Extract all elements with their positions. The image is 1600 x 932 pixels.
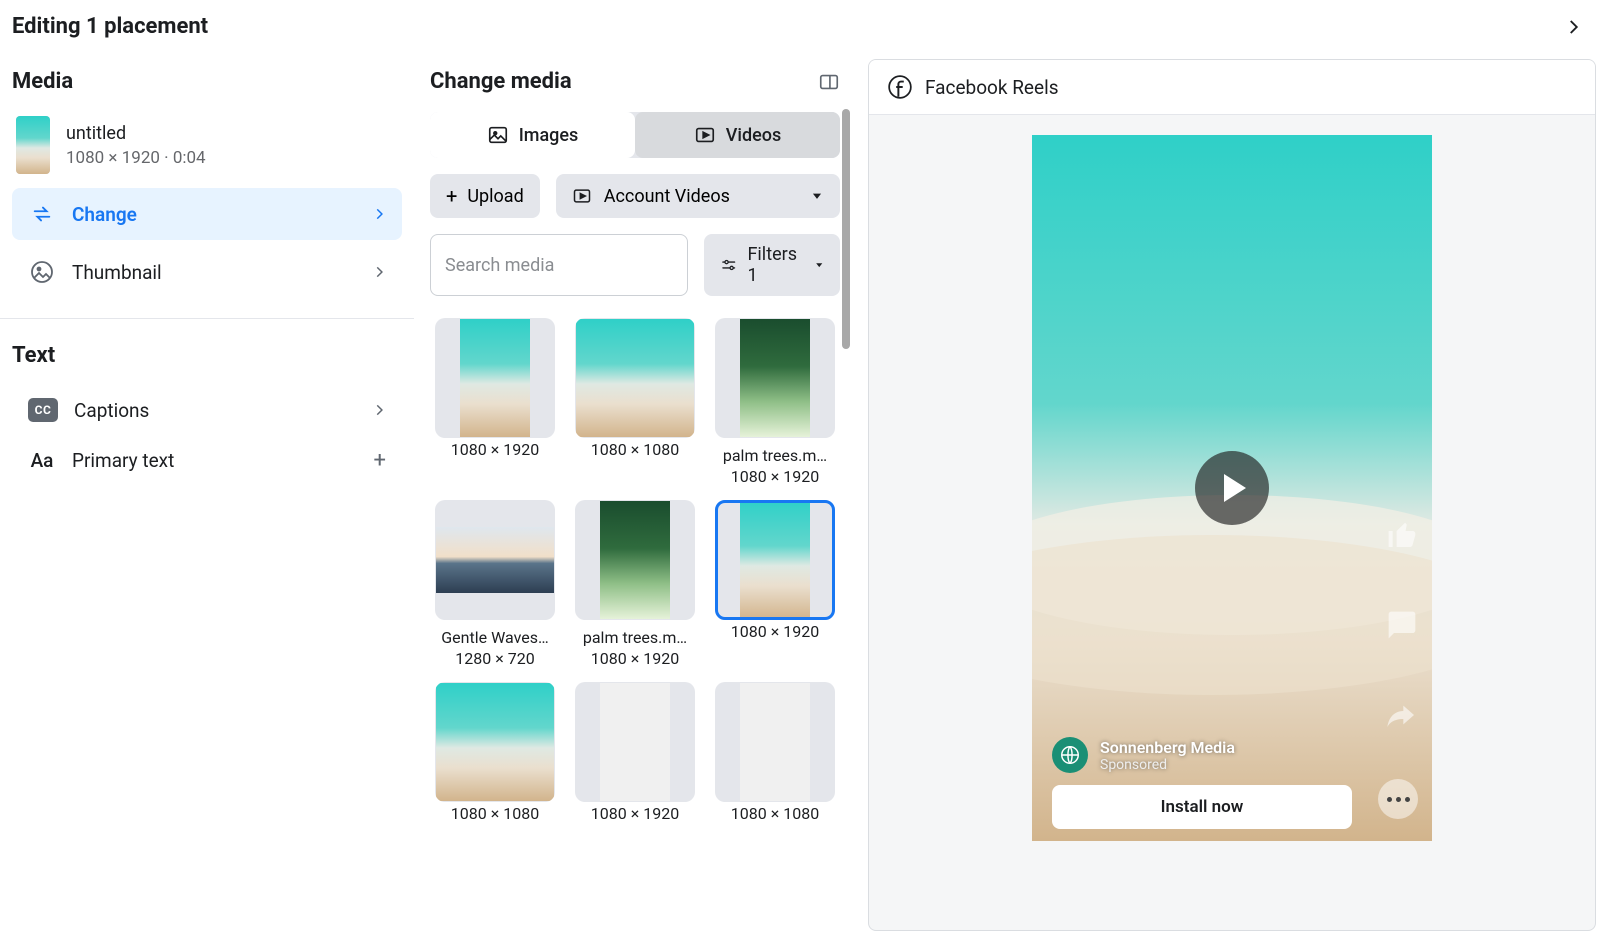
advertiser-row[interactable]: Sonnenberg Media Sponsored (1052, 737, 1412, 773)
comment-icon[interactable] (1386, 609, 1418, 641)
media-item[interactable]: 1080 × 1920 (710, 500, 840, 668)
media-item-dimensions: 1080 × 1920 (451, 440, 539, 459)
captions-label: Captions (74, 399, 356, 422)
captions-button[interactable]: CC Captions (12, 386, 402, 434)
search-input[interactable] (430, 234, 688, 296)
play-button[interactable] (1195, 451, 1269, 525)
play-icon (1224, 474, 1246, 502)
media-thumbnail (16, 116, 50, 174)
change-button[interactable]: Change (12, 188, 402, 240)
upload-label: Upload (467, 186, 523, 207)
panel-toggle-icon[interactable] (818, 71, 840, 93)
media-item-dimensions: 1280 × 720 (455, 649, 534, 668)
change-media-panel: Change media Images Videos + Upload Acco… (412, 49, 852, 931)
media-thumbnail (575, 500, 695, 620)
change-media-title: Change media (430, 69, 572, 94)
media-item-dimensions: 1080 × 1920 (591, 649, 679, 668)
chevron-right-icon (372, 403, 386, 417)
media-type-tabs: Images Videos (430, 112, 840, 158)
tab-videos-label: Videos (726, 125, 781, 146)
cta-button[interactable]: Install now (1052, 785, 1352, 829)
caret-down-icon (810, 189, 824, 203)
advertiser-avatar (1052, 737, 1088, 773)
share-icon[interactable] (1386, 699, 1418, 731)
sliders-icon (720, 255, 737, 275)
filters-label: Filters 1 (747, 244, 803, 286)
image-circle-icon (28, 258, 56, 286)
media-item-dimensions: 1080 × 1920 (731, 622, 819, 641)
media-grid: 1080 × 1920 1080 × 1080 palm trees.m… 1080 … (430, 318, 840, 823)
account-videos-label: Account Videos (604, 186, 730, 207)
media-name: untitled (66, 123, 206, 144)
tab-videos[interactable]: Videos (635, 112, 840, 158)
chevron-right-icon[interactable] (1564, 18, 1582, 36)
cc-icon: CC (28, 398, 58, 422)
reel-side-actions (1386, 519, 1418, 731)
facebook-icon (887, 74, 913, 100)
media-item-dimensions: 1080 × 1920 (591, 804, 679, 823)
media-item[interactable]: palm trees.m… 1080 × 1920 (710, 318, 840, 486)
tab-images-label: Images (519, 125, 579, 146)
media-item-dimensions: 1080 × 1920 (731, 467, 819, 486)
page-title: Editing 1 placement (12, 14, 208, 39)
media-thumbnail (435, 500, 555, 620)
media-item-title: palm trees.m… (723, 446, 827, 465)
sponsored-label: Sponsored (1100, 757, 1235, 773)
image-icon (487, 124, 509, 146)
scrollbar[interactable] (842, 109, 850, 349)
media-item-title: palm trees.m… (583, 628, 687, 647)
media-item-title: Gentle Waves… (441, 628, 548, 647)
video-icon (572, 186, 592, 206)
media-item[interactable]: palm trees.m… 1080 × 1920 (570, 500, 700, 668)
video-icon (694, 124, 716, 146)
media-thumbnail (575, 318, 695, 438)
media-thumbnail (715, 500, 835, 620)
media-thumbnail (715, 682, 835, 802)
preview-placement-label: Facebook Reels (925, 76, 1059, 99)
media-section-title: Media (12, 69, 402, 94)
media-item[interactable]: Gentle Waves… 1280 × 720 (430, 500, 560, 668)
like-icon[interactable] (1386, 519, 1418, 551)
media-item[interactable]: 1080 × 1080 (570, 318, 700, 486)
primary-text-label: Primary text (72, 449, 358, 472)
preview-panel: Facebook Reels (868, 59, 1596, 931)
tab-images[interactable]: Images (430, 112, 635, 158)
caret-down-icon (814, 259, 824, 271)
media-item-dimensions: 1080 × 1080 (451, 804, 539, 823)
text-section-title: Text (12, 343, 402, 368)
swap-icon (28, 200, 56, 228)
media-thumbnail (435, 682, 555, 802)
left-sidebar: Media untitled 1080 × 1920 · 0:04 Change… (0, 49, 412, 931)
media-thumbnail (435, 318, 555, 438)
divider (0, 318, 414, 319)
advertiser-name: Sonnenberg Media (1100, 738, 1235, 757)
primary-text-button[interactable]: Aa Primary text + (12, 434, 402, 486)
current-media-card[interactable]: untitled 1080 × 1920 · 0:04 (12, 112, 402, 188)
media-item[interactable]: 1080 × 1920 (570, 682, 700, 823)
plus-icon: + (374, 448, 386, 473)
media-thumbnail (715, 318, 835, 438)
filters-button[interactable]: Filters 1 (704, 234, 840, 296)
text-aa-icon: Aa (28, 446, 56, 474)
media-item-dimensions: 1080 × 1080 (591, 440, 679, 459)
media-item-dimensions: 1080 × 1080 (731, 804, 819, 823)
upload-button[interactable]: + Upload (430, 174, 540, 218)
chevron-right-icon (372, 207, 386, 221)
media-thumbnail (575, 682, 695, 802)
chevron-right-icon (372, 265, 386, 279)
change-label: Change (72, 203, 356, 226)
media-meta: 1080 × 1920 · 0:04 (66, 148, 206, 168)
thumbnail-button[interactable]: Thumbnail (12, 246, 402, 298)
media-item[interactable]: 1080 × 1920 (430, 318, 560, 486)
plus-icon: + (446, 184, 457, 208)
media-item[interactable]: 1080 × 1080 (430, 682, 560, 823)
account-videos-dropdown[interactable]: Account Videos (556, 174, 840, 218)
thumbnail-label: Thumbnail (72, 261, 356, 284)
preview-phone: Sonnenberg Media Sponsored Install now (1032, 135, 1432, 841)
media-item[interactable]: 1080 × 1080 (710, 682, 840, 823)
